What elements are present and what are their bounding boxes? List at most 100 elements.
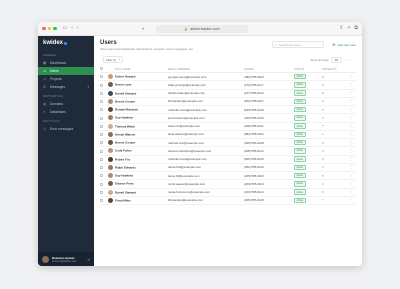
row-checkbox[interactable] <box>100 190 103 194</box>
minimize-window-button[interactable] <box>47 26 51 31</box>
table-row[interactable]: Darrell Steward debbie.baker@example.com(… <box>100 89 356 98</box>
filter-dropdown[interactable]: Filter by ▾ <box>103 56 123 63</box>
row-more-icon[interactable]: ⋮ <box>346 196 356 206</box>
table-row[interactable]: Theresa Webb sara.cruz@example.com (308) 5… <box>100 122 356 131</box>
avatar <box>108 197 113 203</box>
avatar <box>108 140 113 146</box>
row-more-icon[interactable]: ⋮ <box>346 122 356 131</box>
row-more-icon[interactable]: ⋮ <box>346 146 356 156</box>
sidebar-item-messages[interactable]: ✉ Messages ▾ <box>38 83 94 91</box>
row-more-icon[interactable]: ⋮ <box>346 188 356 197</box>
row-checkbox[interactable] <box>100 108 103 112</box>
new-tab-icon[interactable]: + <box>348 26 351 31</box>
row-select-cell <box>100 155 108 164</box>
table-row[interactable]: Cody Fisher dolores.chambers@example.com(… <box>100 146 356 156</box>
user-name-cell: Ronald Richards <box>108 105 168 115</box>
prev-page-icon[interactable]: ‹ <box>345 58 346 62</box>
row-more-icon[interactable]: ⋮ <box>346 72 356 82</box>
table-toolbar: Filter by ▾ Items per page 15 ‹ › <box>100 56 356 63</box>
avatar <box>108 98 113 104</box>
address-bar[interactable]: 🔒 admin.kwidex.com <box>156 25 248 33</box>
user-projects: 2 <box>322 163 346 173</box>
user-email: alma.lawson@example.com <box>168 130 244 140</box>
user-phone: (406) 555-0120 <box>244 113 294 123</box>
close-window-button[interactable] <box>42 26 46 31</box>
user-name-cell: Darrell Steward <box>108 89 168 98</box>
back-icon[interactable]: ‹ <box>71 26 73 31</box>
row-checkbox[interactable] <box>100 141 103 145</box>
row-more-icon[interactable]: ⋮ <box>346 163 356 173</box>
row-more-icon[interactable]: ⋮ <box>346 97 356 107</box>
sidebar-item-domains[interactable]: ◍ Domains <box>38 100 94 108</box>
current-user-email: romanzo@kwidex.com <box>52 259 77 263</box>
table-row[interactable]: Devon Lane willie.jennings@example.com (27… <box>100 80 356 90</box>
sidebar-item-projects[interactable]: ▭ Projects <box>38 75 94 83</box>
table-row[interactable]: Darrell Steward nevaeh.simmons@example.co… <box>100 188 356 197</box>
per-page-select[interactable]: 15 <box>330 56 342 63</box>
row-checkbox[interactable] <box>100 149 103 153</box>
table-row[interactable]: Robert Fox michelle.rivera@example.com (50… <box>100 155 356 164</box>
sidebar-item-dashboard[interactable]: ▦ Dashboard <box>38 59 94 67</box>
user-name: Floyd Miles <box>115 198 131 203</box>
row-checkbox[interactable] <box>100 116 103 120</box>
row-more-icon[interactable]: ⋮ <box>346 138 356 148</box>
row-checkbox[interactable] <box>100 91 103 95</box>
table-row[interactable]: Kristin Watson alma.lawson@example.com (68… <box>100 130 356 140</box>
user-email: debbie.baker@example.com <box>168 89 244 98</box>
row-checkbox[interactable] <box>100 166 103 170</box>
row-checkbox[interactable] <box>100 100 103 104</box>
status-badge: Active <box>294 139 306 146</box>
table-row[interactable]: Bessie Cooper bill.sanders@example.com (30… <box>100 97 356 107</box>
next-page-icon[interactable]: › <box>349 58 350 62</box>
user-projects: 3 <box>322 113 346 123</box>
row-checkbox[interactable] <box>100 182 103 186</box>
table-row[interactable]: Ronald Richards michelle.rivera@example.c… <box>100 105 356 115</box>
row-more-icon[interactable]: ⋮ <box>346 80 356 90</box>
row-checkbox[interactable] <box>100 133 103 137</box>
row-more-icon[interactable]: ⋮ <box>346 171 356 181</box>
status-badge: Active <box>294 181 306 187</box>
add-user-button[interactable]: ⊕ Add new user <box>332 41 356 48</box>
forward-icon[interactable]: › <box>77 26 79 31</box>
table-row[interactable]: Eleanor Pena curtis.weaver@example.com (20… <box>100 179 356 189</box>
tabs-overview-icon[interactable]: ⧉ <box>354 26 358 31</box>
row-more-icon[interactable]: ⋮ <box>346 155 356 164</box>
row-more-icon[interactable]: ⋮ <box>346 179 356 189</box>
user-phone: (217) 555-0113 <box>244 89 294 98</box>
table-row[interactable]: Bessie Cooper michael.mitc@example.com (23… <box>100 138 356 148</box>
table-row[interactable]: Ralph Edwards debra.holt@example.com (252)… <box>100 163 356 173</box>
row-checkbox[interactable] <box>100 124 103 128</box>
user-phone: (302) 555-0107 <box>244 97 294 107</box>
row-checkbox[interactable] <box>100 75 103 79</box>
share-icon[interactable]: ⇪ <box>339 26 343 31</box>
maximize-window-button[interactable] <box>53 26 57 31</box>
status-badge: Active <box>294 106 306 113</box>
app-logo[interactable]: kwidex <box>38 36 94 50</box>
search-input[interactable]: ⌕ Search for users <box>272 41 324 48</box>
row-more-icon[interactable]: ⋮ <box>346 89 356 98</box>
row-checkbox[interactable] <box>100 199 103 203</box>
row-more-icon[interactable]: ⋮ <box>346 130 356 140</box>
table-row[interactable]: Esther Howard georgia.young@example.com (4… <box>100 72 356 82</box>
logo-mark-icon <box>64 41 68 45</box>
select-all-checkbox[interactable] <box>100 67 103 71</box>
row-checkbox[interactable] <box>100 174 103 178</box>
logout-icon[interactable]: ⇥ <box>87 257 90 262</box>
user-name: Ralph Edwards <box>115 165 136 170</box>
table-row[interactable]: Guy Hawkins tanya.hill@example.com (205) 5… <box>100 171 356 181</box>
row-checkbox[interactable] <box>100 83 103 87</box>
sidebar-nav: GENERAL ▦ Dashboard ☺ Users ▭ Projects ✉ Message… <box>38 50 94 133</box>
table-row[interactable]: Guy Hawkins kenzi.lawson@example.com (406)… <box>100 113 356 123</box>
sidebar-item-error-messages[interactable]: ⚠ Error messages <box>38 125 94 133</box>
sidebar-item-users[interactable]: ☺ Users <box>38 67 94 75</box>
row-more-icon[interactable]: ⋮ <box>346 105 356 115</box>
table-row[interactable]: Floyd Miles bill.sanders@example.com (405)… <box>100 196 356 206</box>
row-checkbox[interactable] <box>100 157 103 161</box>
privacy-shield-icon[interactable]: ◐ <box>142 27 145 32</box>
current-user-card[interactable]: Romanzo Ayman romanzo@kwidex.com ⇥ <box>38 252 94 266</box>
row-more-icon[interactable]: ⋮ <box>346 113 356 123</box>
row-select-cell <box>100 97 108 107</box>
sidebar-toggle-icon[interactable]: ▭ <box>63 26 68 31</box>
avatar <box>42 255 49 263</box>
sidebar-item-databases[interactable]: ≡ Databases <box>38 108 94 116</box>
